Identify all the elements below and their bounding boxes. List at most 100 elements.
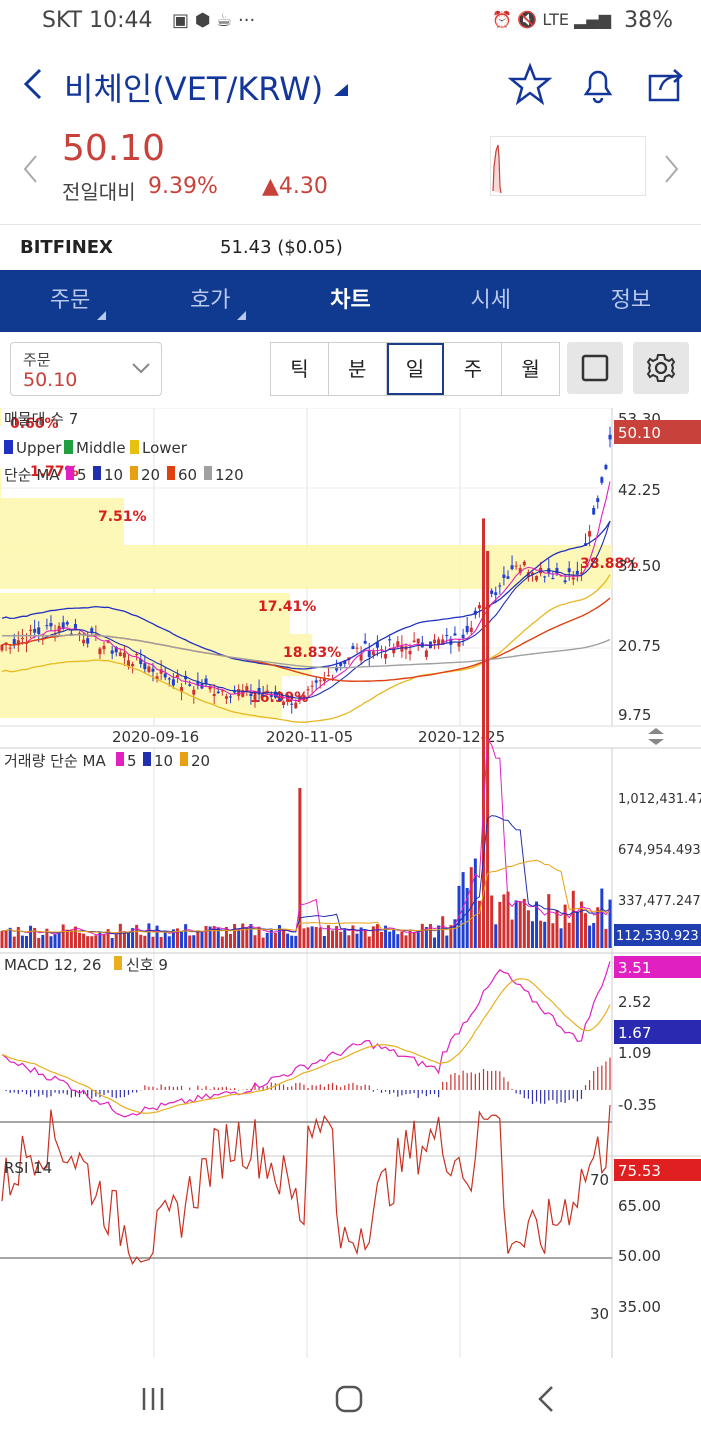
volume-bar (396, 934, 400, 948)
signal-icons: ⏰ 🔇 LTE ▂▄▆ (492, 10, 611, 29)
volume-bar (192, 935, 196, 948)
candle (151, 668, 155, 672)
back-icon[interactable] (18, 66, 46, 102)
volume-bar (61, 924, 65, 948)
next-coin-icon[interactable] (662, 154, 680, 184)
candle (306, 689, 310, 691)
volume-bar (114, 934, 118, 948)
volume-bar (180, 931, 184, 948)
legend-label: 120 (215, 466, 244, 484)
period-minute[interactable]: 분 (329, 343, 387, 395)
dropdown-triangle-icon[interactable] (334, 84, 348, 96)
star-icon[interactable] (508, 62, 552, 106)
candle (257, 687, 261, 695)
volume-bar (102, 933, 106, 948)
back-nav-icon[interactable] (536, 1384, 556, 1414)
volume-bar (416, 930, 420, 948)
rsi-last-label: 75.53 (618, 1162, 661, 1180)
fullscreen-button[interactable] (567, 342, 623, 394)
volume-bar (314, 926, 318, 948)
last-price-label: 50.10 (618, 424, 661, 442)
candle (171, 679, 175, 686)
volume-bar (188, 935, 192, 948)
rsi-y-tick: 50.00 (618, 1247, 661, 1265)
tab-order[interactable]: 주문 (0, 270, 140, 332)
candle (314, 680, 318, 683)
page-title[interactable]: 비체인(VET/KRW) (64, 64, 323, 110)
tab-orderbook[interactable]: 호가 (140, 270, 280, 332)
home-icon[interactable] (334, 1384, 364, 1414)
volume-bar (12, 936, 16, 948)
legend-swatch (114, 956, 122, 970)
candle (596, 498, 600, 503)
volume-bar (139, 934, 143, 948)
x-tick-label: 2020-09-16 (112, 728, 199, 746)
order-price-select[interactable]: 주문 50.10 (10, 342, 162, 396)
settings-button[interactable] (633, 342, 689, 394)
volume-bar (90, 936, 94, 948)
volume-bar (122, 932, 126, 948)
candle (45, 625, 49, 627)
period-month[interactable]: 월 (502, 343, 559, 395)
legend-label: 20 (141, 466, 160, 484)
exchange-value: 51.43 ($0.05) (220, 237, 343, 258)
volume-bar (253, 935, 257, 948)
volume-y-tick: 1,012,431.477 (618, 792, 701, 807)
volume-bar (257, 926, 261, 948)
candle (216, 691, 220, 694)
status-bar: SKT 10:44 ▣ ⬢ ☕ ··· ⏰ 🔇 LTE ▂▄▆ 38% (0, 0, 701, 44)
tab-chart[interactable]: 차트 (280, 270, 420, 332)
chart-area[interactable]: 0.60%1.77%7.51%38.88%17.41%18.83%16.99%매… (0, 408, 701, 1358)
candle (363, 640, 367, 644)
legend-swatch (130, 466, 138, 480)
candle (290, 703, 294, 705)
candle (408, 650, 412, 655)
candle (494, 592, 498, 596)
volume-bar (200, 931, 204, 948)
candle (261, 695, 265, 697)
volume-bar (147, 923, 151, 948)
volume-bar (608, 899, 612, 948)
volume-bar (494, 924, 498, 948)
volume-bar (367, 936, 371, 948)
legend-label: 5 (77, 466, 87, 484)
period-week[interactable]: 주 (444, 343, 503, 395)
volume-profile-bar (0, 593, 290, 635)
volume-bar (392, 928, 396, 948)
tab-info[interactable]: 정보 (561, 270, 701, 332)
volume-profile-label: 7.51% (98, 509, 147, 525)
rsi-level-label: 70 (590, 1171, 609, 1189)
chevron-down-icon (132, 363, 150, 374)
tab-market[interactable]: 시세 (421, 270, 561, 332)
candle (371, 651, 375, 656)
bell-icon[interactable] (576, 62, 620, 106)
volume-bar (306, 927, 310, 948)
volume-bar (518, 901, 522, 948)
status-left: SKT 10:44 (42, 8, 153, 33)
volume-bar (229, 933, 233, 948)
recent-apps-icon[interactable] (140, 1386, 166, 1412)
period-day[interactable]: 일 (386, 343, 445, 395)
period-tick[interactable]: 틱 (271, 343, 329, 395)
share-icon[interactable] (644, 62, 688, 106)
exchange-row: BITFINEX 51.43 ($0.05) (0, 224, 701, 269)
candle (318, 680, 322, 682)
prev-coin-icon[interactable] (22, 154, 40, 184)
volume-bar (588, 925, 592, 948)
volume-bar (347, 935, 351, 948)
candle (351, 646, 355, 650)
order-label: 주문 (23, 351, 51, 369)
candle (33, 628, 37, 633)
triangle-icon (237, 311, 247, 320)
volume-bar (526, 910, 530, 948)
macd-y-tick: 1.09 (618, 1044, 651, 1062)
chart4-title: RSI 14 (4, 1159, 52, 1177)
price-y-tick: 42.25 (618, 481, 661, 499)
candle (437, 639, 441, 645)
gear-icon (646, 354, 676, 382)
volume-bar (535, 901, 539, 948)
mini-chart (490, 136, 646, 196)
candle (388, 639, 392, 641)
candle (506, 576, 510, 579)
volume-bar (204, 925, 208, 948)
